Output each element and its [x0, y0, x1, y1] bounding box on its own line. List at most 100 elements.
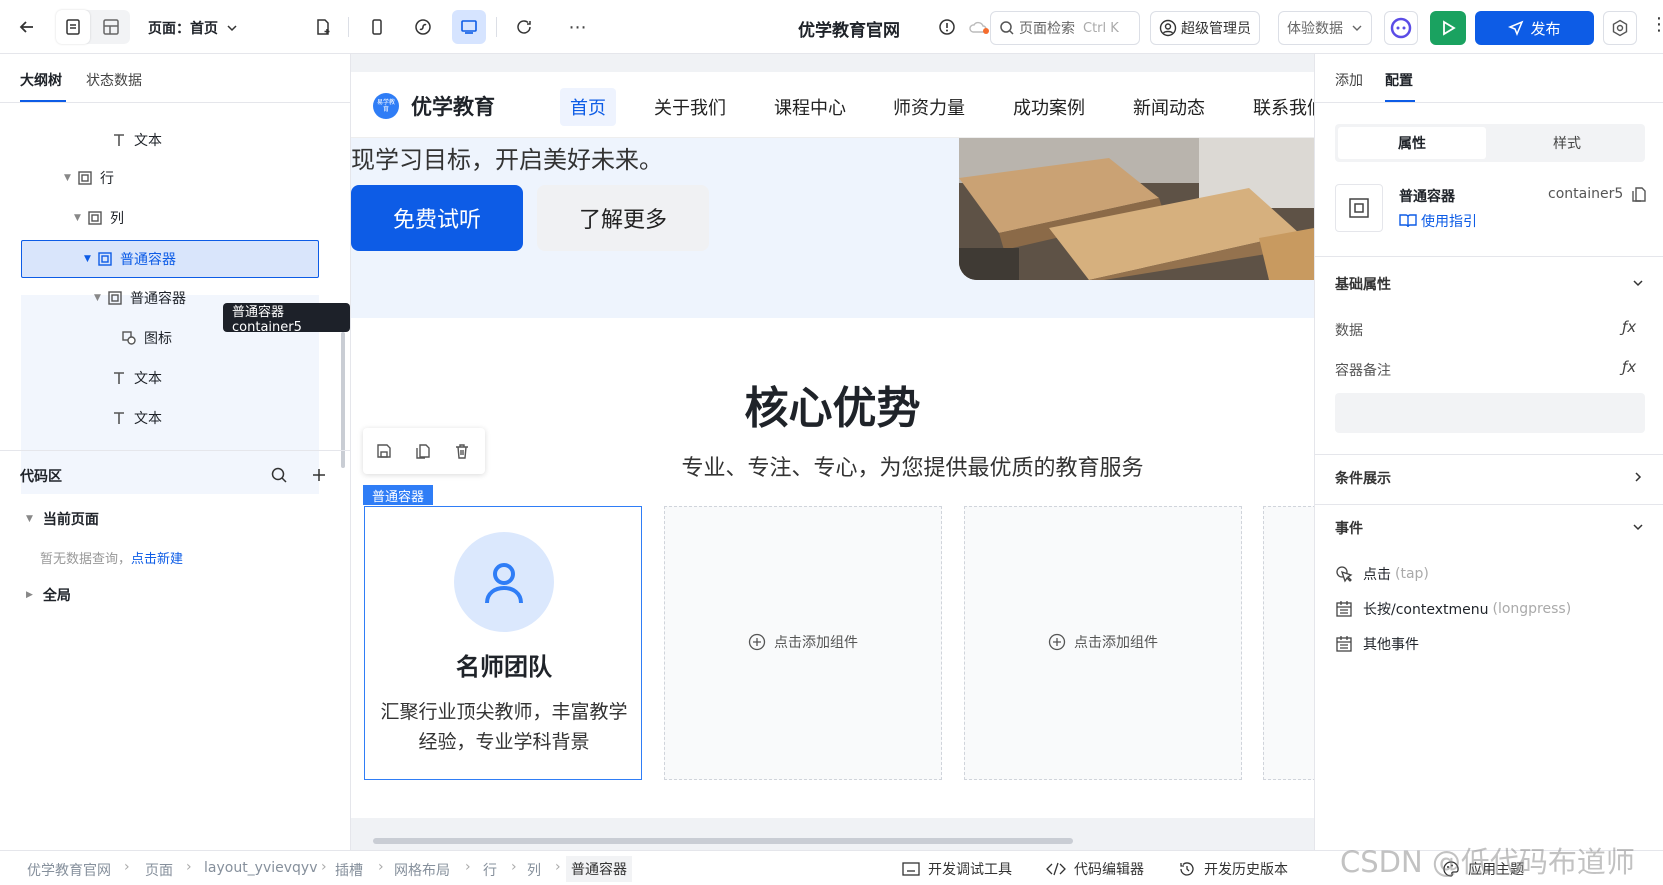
site-nav-about[interactable]: 关于我们 — [644, 88, 736, 126]
global-group[interactable]: ▶ 全局 — [26, 585, 71, 605]
fx-binding-icon[interactable]: ƒx — [1622, 318, 1636, 336]
create-query-link[interactable]: 点击新建 — [131, 552, 183, 567]
site-title: 优学教育官网 — [798, 21, 900, 41]
site-nav-teachers[interactable]: 师资力量 — [883, 88, 975, 126]
debug-tools-button[interactable]: 开发调试工具 — [902, 859, 1012, 879]
search-shortcut: Ctrl K — [1083, 20, 1119, 36]
breadcrumb-item[interactable]: 列 — [527, 860, 541, 880]
site-preview: 易学教育 优学教育 首页 关于我们 课程中心 师资力量 成功案例 新闻动态 联系… — [351, 72, 1314, 818]
container-note-input[interactable] — [1335, 393, 1645, 433]
tree-item-text[interactable]: 文本 — [110, 359, 162, 397]
event-other[interactable]: 其他事件 — [1335, 634, 1419, 654]
top-toolbar: 页面：首页 ⋯ 优学教育官网 页面检索 Ctrl K 超级管理员 体验数据 发布… — [0, 0, 1663, 54]
site-nav-home[interactable]: 首页 — [560, 88, 616, 126]
user-button[interactable]: 超级管理员 — [1150, 11, 1260, 45]
fx-binding-icon[interactable]: ƒx — [1622, 358, 1636, 376]
delete-icon[interactable] — [453, 442, 471, 460]
refresh-icon[interactable] — [507, 10, 541, 44]
tree-item-row[interactable]: ▼ 行 — [64, 159, 114, 197]
breadcrumb-item[interactable]: 页面 — [145, 860, 173, 880]
page-selector[interactable]: 页面：首页 — [148, 18, 238, 38]
tree-scrollbar[interactable] — [341, 332, 345, 468]
tree-item-column[interactable]: ▼ 列 — [74, 199, 124, 237]
copy-icon[interactable] — [414, 442, 432, 460]
watermark: CSDN @低代码布道师 — [1340, 845, 1635, 879]
layout-icon[interactable] — [94, 10, 128, 44]
site-nav-cases[interactable]: 成功案例 — [1003, 88, 1095, 126]
site-nav-news[interactable]: 新闻动态 — [1123, 88, 1215, 126]
breadcrumb-item[interactable]: 行 — [483, 860, 497, 880]
tree-item-container[interactable]: ▼ 普通容器 — [94, 279, 186, 317]
page-search-input[interactable]: 页面检索 Ctrl K — [990, 11, 1140, 45]
free-trial-button[interactable]: 免费试听 — [351, 185, 523, 251]
preview-button[interactable] — [1430, 11, 1466, 45]
tree-item-label: 文本 — [134, 133, 162, 149]
caret-down-icon[interactable]: ▼ — [64, 173, 76, 183]
history-button[interactable]: 开发历史版本 — [1178, 859, 1288, 879]
subtab-style[interactable]: 样式 — [1493, 127, 1641, 159]
tree-item-text[interactable]: 文本 — [110, 121, 162, 159]
breadcrumb-item[interactable]: 插槽 — [335, 860, 363, 880]
add-page-icon[interactable] — [306, 10, 340, 44]
caret-down-icon[interactable]: ▼ — [84, 254, 96, 264]
events-header[interactable]: 事件 — [1335, 518, 1363, 538]
empty-card-slot[interactable]: 点击添加组件 — [664, 506, 942, 780]
basic-props-header[interactable]: 基础属性 — [1335, 274, 1391, 294]
ai-assistant-button[interactable] — [1384, 11, 1418, 45]
conditional-display-header[interactable]: 条件展示 — [1335, 468, 1391, 488]
search-icon[interactable] — [270, 466, 288, 484]
tab-state-data[interactable]: 状态数据 — [86, 70, 142, 90]
tree-item-icon[interactable]: 图标 — [120, 319, 172, 357]
site-nav-contact[interactable]: 联系我们 — [1243, 88, 1314, 126]
tab-add[interactable]: 添加 — [1335, 70, 1363, 90]
more-icon[interactable]: ⋯ — [561, 10, 595, 44]
chevron-down-icon[interactable] — [1631, 276, 1645, 290]
subtab-properties[interactable]: 属性 — [1338, 127, 1486, 159]
back-arrow-icon[interactable] — [10, 10, 44, 44]
breadcrumb-item[interactable]: 优学教育官网 — [27, 860, 111, 880]
chevron-right-icon[interactable] — [1631, 470, 1645, 484]
feature-card-selected[interactable]: 名师团队 汇聚行业顶尖教师，丰富教学经验，专业学科背景 — [364, 506, 642, 780]
page-icon[interactable] — [56, 10, 90, 44]
desktop-device-icon[interactable] — [452, 10, 486, 44]
current-page-group[interactable]: ▼ 当前页面 — [26, 509, 99, 529]
breadcrumb-item[interactable]: layout_yvievqyv — [204, 860, 318, 876]
plus-circle-icon — [748, 633, 766, 651]
container-icon — [106, 289, 124, 307]
breadcrumb-item[interactable]: 网格布局 — [394, 860, 450, 880]
tree-item-text[interactable]: 文本 — [110, 399, 162, 437]
save-icon[interactable] — [375, 442, 393, 460]
caret-down-icon[interactable]: ▼ — [74, 213, 86, 223]
tab-config[interactable]: 配置 — [1385, 70, 1413, 90]
copy-icon[interactable] — [1631, 185, 1647, 203]
caret-down-icon[interactable]: ▼ — [94, 293, 106, 303]
usage-guide-link[interactable]: 使用指引 — [1399, 211, 1477, 231]
data-source-select[interactable]: 体验数据 — [1278, 11, 1372, 45]
code-area-title: 代码区 — [20, 469, 62, 485]
overflow-icon[interactable]: ⋮ — [1650, 14, 1663, 35]
add-component-label: 点击添加组件 — [1074, 635, 1158, 651]
plus-circle-icon — [1048, 633, 1066, 651]
card-title: 名师团队 — [456, 653, 552, 681]
chevron-down-icon[interactable] — [1631, 520, 1645, 534]
mobile-device-icon[interactable] — [360, 10, 394, 44]
tree-item-container-selected[interactable]: ▼ 普通容器 — [84, 240, 176, 278]
info-icon[interactable] — [930, 10, 964, 44]
plus-icon[interactable] — [310, 466, 328, 484]
settings-button[interactable] — [1603, 11, 1637, 45]
tree-item-label: 普通容器 — [130, 291, 186, 307]
event-longpress[interactable]: 长按/contextmenu (longpress) — [1335, 599, 1571, 619]
publish-button[interactable]: 发布 — [1475, 11, 1594, 45]
miniprogram-icon[interactable] — [406, 10, 440, 44]
container-icon — [96, 250, 114, 268]
empty-card-slot[interactable]: 点击添加组件 — [964, 506, 1242, 780]
canvas-scrollbar[interactable] — [373, 838, 1073, 844]
code-editor-button[interactable]: 代码编辑器 — [1046, 859, 1144, 879]
tab-outline-tree[interactable]: 大纲树 — [20, 70, 62, 90]
empty-card-slot[interactable] — [1263, 506, 1314, 780]
breadcrumb-item-current[interactable]: 普通容器 — [566, 856, 632, 882]
learn-more-button[interactable]: 了解更多 — [537, 185, 709, 251]
site-nav-courses[interactable]: 课程中心 — [764, 88, 856, 126]
event-tap[interactable]: 点击 (tap) — [1335, 564, 1429, 584]
shapes-icon — [120, 329, 138, 347]
